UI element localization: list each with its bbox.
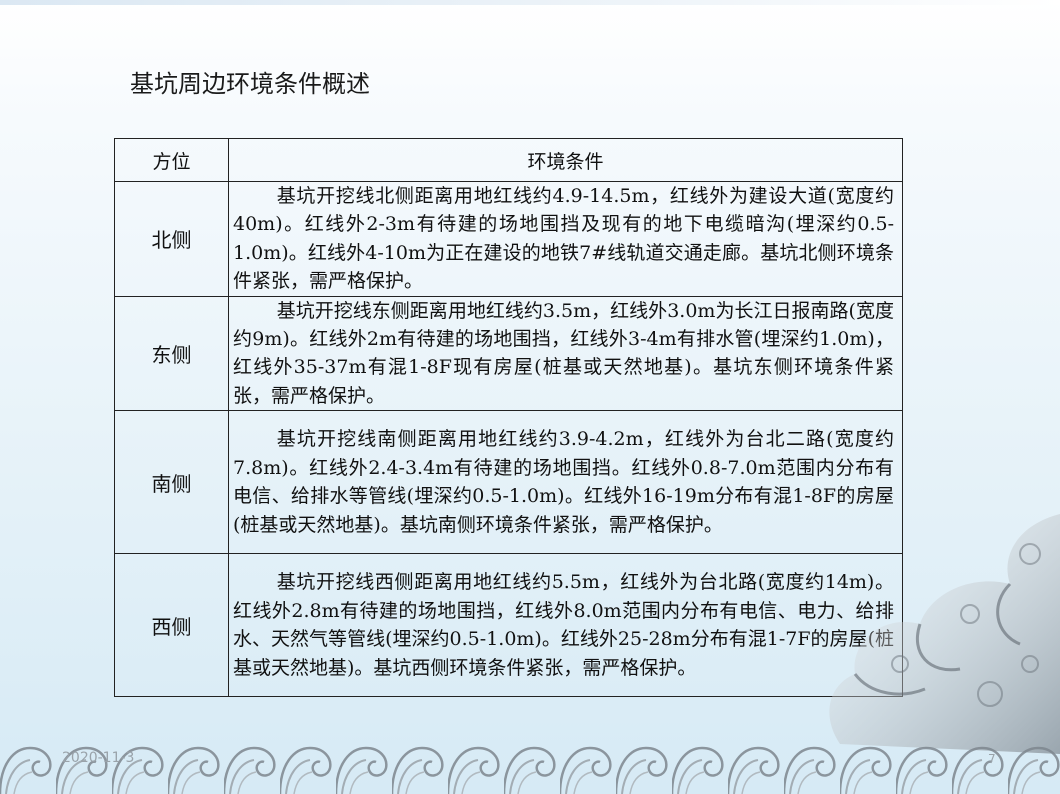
row-direction: 北侧 — [114, 181, 229, 297]
table-row: 东侧 基坑开挖线东侧距离用地红线约3.5m，红线外3.0m为长江日报南路(宽度约… — [114, 295, 903, 412]
row-direction: 西侧 — [114, 553, 229, 698]
row-direction: 南侧 — [114, 410, 229, 555]
page-number: 7 — [988, 752, 996, 766]
wave-border-decoration — [0, 734, 1060, 794]
footer-date: 2020-11-3 — [62, 750, 135, 766]
table-row: 北侧 基坑开挖线北侧距离用地红线约4.9-14.5m，红线外为建设大道(宽度约4… — [114, 181, 903, 297]
row-condition: 基坑开挖线东侧距离用地红线约3.5m，红线外3.0m为长江日报南路(宽度约9m)… — [228, 295, 903, 412]
row-condition: 基坑开挖线北侧距离用地红线约4.9-14.5m，红线外为建设大道(宽度约40m)… — [228, 181, 903, 297]
table-header-row: 方位 环境条件 — [114, 138, 903, 182]
row-direction: 东侧 — [114, 295, 229, 412]
dragon-decoration — [829, 514, 1060, 754]
top-accent-bar — [0, 0, 1060, 5]
header-condition: 环境条件 — [228, 138, 903, 182]
slide-title: 基坑周边环境条件概述 — [130, 70, 370, 98]
header-direction: 方位 — [114, 138, 229, 182]
